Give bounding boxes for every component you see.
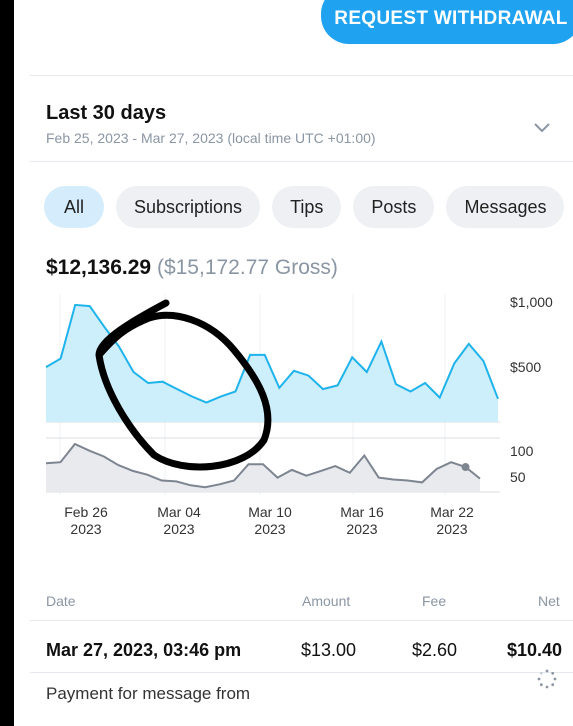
y-tick-label: 100 [510, 443, 534, 459]
col-fee-header: Fee [422, 593, 447, 609]
col-date-header: Date [46, 593, 76, 609]
x-tick-year: 2023 [163, 521, 194, 537]
count-area [46, 444, 480, 492]
tx-date: Mar 27, 2023, 03:46 pm [46, 640, 242, 660]
x-tick-label: Mar 16 [340, 504, 384, 520]
y-axis-ticks: $1,000 $500 100 50 [510, 294, 553, 485]
divider [30, 672, 573, 673]
x-tick-label: Mar 10 [248, 504, 292, 520]
tx-amount: $13.00 [301, 640, 357, 660]
col-net-header: Net [538, 593, 560, 609]
x-axis-ticks: Feb 262023Mar 042023Mar 102023Mar 162023… [64, 504, 474, 537]
x-tick-label: Feb 26 [64, 504, 108, 520]
tab-posts[interactable]: Posts [353, 186, 435, 228]
tx-net: $10.40 [507, 640, 563, 660]
tab-messages[interactable]: Messages [446, 186, 565, 228]
col-amount-header: Amount [302, 593, 351, 609]
loading-spinner-icon [537, 669, 557, 689]
tab-all[interactable]: All [44, 186, 104, 228]
period-selector[interactable]: Last 30 days Feb 25, 2023 - Mar 27, 2023… [30, 76, 573, 162]
period-range: Feb 25, 2023 - Mar 27, 2023 (local time … [46, 130, 376, 146]
divider [30, 620, 573, 621]
earnings-chart: Feb 262023Mar 042023Mar 102023Mar 162023… [45, 294, 553, 537]
y-tick-label: $1,000 [510, 294, 553, 310]
period-title: Last 30 days [46, 102, 167, 124]
tx-description: Payment for message from [46, 684, 251, 703]
earnings-screen: REQUEST WITHDRAWAL Last 30 days Feb 25, … [14, 0, 573, 726]
x-tick-year: 2023 [70, 521, 101, 537]
tab-tips[interactable]: Tips [272, 186, 342, 228]
y-tick-label: 50 [510, 469, 526, 485]
count-marker [461, 463, 470, 472]
tx-fee: $2.60 [412, 640, 458, 660]
request-withdrawal-button[interactable]: REQUEST WITHDRAWAL [321, 0, 573, 44]
earnings-total: $12,136.29 ($15,172.77 Gross) [46, 256, 338, 280]
y-tick-label: $500 [510, 359, 541, 375]
x-tick-year: 2023 [346, 521, 377, 537]
x-tick-year: 2023 [254, 521, 285, 537]
x-tick-label: Mar 04 [157, 504, 201, 520]
filter-tabs: All Subscriptions Tips Posts Messages [44, 186, 565, 228]
net-total: $12,136.29 [46, 256, 152, 279]
chevron-down-icon[interactable] [533, 118, 551, 136]
gross-total: ($15,172.77 Gross) [156, 256, 338, 279]
x-tick-label: Mar 22 [430, 504, 474, 520]
tab-subscriptions[interactable]: Subscriptions [116, 186, 261, 228]
x-tick-year: 2023 [436, 521, 467, 537]
